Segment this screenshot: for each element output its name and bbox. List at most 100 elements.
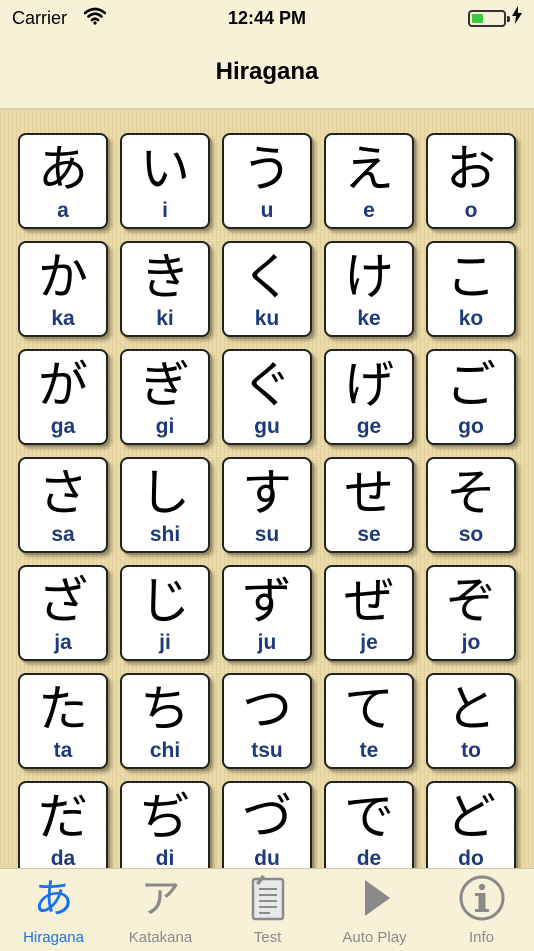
- romaji-label: ge: [356, 415, 382, 438]
- romaji-label: te: [359, 739, 379, 762]
- page-title: Hiragana: [215, 58, 319, 85]
- kana-card-ku[interactable]: く ku: [222, 241, 312, 337]
- romaji-label: gi: [155, 415, 175, 438]
- tab-katakana[interactable]: ア Katakana: [107, 869, 214, 951]
- kana-character: あ: [38, 140, 88, 198]
- kana-card-ge[interactable]: げ ge: [324, 349, 414, 445]
- kana-character: て: [344, 680, 394, 738]
- romaji-label: ke: [357, 307, 381, 330]
- romaji-label: so: [458, 523, 484, 546]
- kana-card-sa[interactable]: さ sa: [18, 457, 108, 553]
- romaji-label: de: [356, 847, 382, 868]
- kana-card-ta[interactable]: た ta: [18, 673, 108, 769]
- kana-card-go[interactable]: ご go: [426, 349, 516, 445]
- kana-character: そ: [446, 464, 496, 522]
- kana-card-shi[interactable]: し shi: [120, 457, 210, 553]
- kana-character: ぢ: [140, 788, 190, 846]
- kana-character: お: [446, 140, 496, 198]
- kana-character: ち: [140, 680, 190, 738]
- romaji-label: gu: [254, 415, 280, 438]
- kana-card-te[interactable]: て te: [324, 673, 414, 769]
- romaji-label: ji: [159, 631, 171, 654]
- kana-card-to[interactable]: と to: [426, 673, 516, 769]
- kana-character: こ: [446, 248, 496, 306]
- romaji-label: o: [464, 199, 478, 222]
- kana-card-ka[interactable]: か ka: [18, 241, 108, 337]
- kana-character: か: [38, 248, 88, 306]
- romaji-label: du: [254, 847, 280, 868]
- romaji-label: je: [360, 631, 378, 654]
- kana-card-gu[interactable]: ぐ gu: [222, 349, 312, 445]
- kana-card-ki[interactable]: き ki: [120, 241, 210, 337]
- romaji-label: i: [162, 199, 168, 222]
- kana-card-du[interactable]: づ du: [222, 781, 312, 868]
- play-icon: [321, 873, 428, 925]
- kana-card-da[interactable]: だ da: [18, 781, 108, 868]
- kana-card-chi[interactable]: ち chi: [120, 673, 210, 769]
- kana-character: ぎ: [140, 356, 190, 414]
- kana-card-ja[interactable]: ざ ja: [18, 565, 108, 661]
- charging-bolt-icon: [512, 6, 522, 29]
- kana-card-a[interactable]: あa: [18, 133, 108, 229]
- romaji-label: a: [57, 199, 69, 222]
- navigation-bar: Hiragana: [0, 40, 534, 109]
- romaji-label: ga: [50, 415, 76, 438]
- romaji-label: shi: [149, 523, 181, 546]
- romaji-label: su: [254, 523, 280, 546]
- tab-auto-play[interactable]: Auto Play: [321, 869, 428, 951]
- romaji-label: ta: [53, 739, 73, 762]
- tab-info[interactable]: Info: [428, 869, 534, 951]
- kana-card-di[interactable]: ぢ di: [120, 781, 210, 868]
- tab-label: Katakana: [128, 929, 193, 946]
- kana-card-ke[interactable]: け ke: [324, 241, 414, 337]
- kana-card-gi[interactable]: ぎ gi: [120, 349, 210, 445]
- kana-card-se[interactable]: せ se: [324, 457, 414, 553]
- kana-character: た: [38, 680, 88, 738]
- tab-test[interactable]: Test: [214, 869, 321, 951]
- kana-card-ji[interactable]: じ ji: [120, 565, 210, 661]
- romaji-label: di: [155, 847, 175, 868]
- kana-character: い: [140, 140, 190, 198]
- tab-label: Info: [468, 929, 495, 946]
- battery-level: [472, 14, 483, 23]
- kana-grid-scroll-area[interactable]: あ a い i う u え e お o か ka き ki く ku け ke こ ko が ga ぎ gi ぐ gu げ ge ご go…: [0, 109, 534, 868]
- romaji-label: ja: [54, 631, 72, 654]
- kana-card-o[interactable]: おo: [426, 133, 516, 229]
- kana-card-so[interactable]: そ so: [426, 457, 516, 553]
- romaji-label: to: [461, 739, 481, 762]
- kana-card-ga[interactable]: が ga: [18, 349, 108, 445]
- tab-hiragana[interactable]: あ Hiragana: [0, 869, 107, 951]
- kana-character: さ: [38, 464, 88, 522]
- katakana-a-icon: ア: [140, 876, 181, 922]
- kana-card-e[interactable]: えe: [324, 133, 414, 229]
- kana-character: ず: [242, 572, 292, 630]
- kana-card-do[interactable]: ど do: [426, 781, 516, 868]
- kana-card-u[interactable]: うu: [222, 133, 312, 229]
- kana-card-je[interactable]: ぜ je: [324, 565, 414, 661]
- kana-card-de[interactable]: で de: [324, 781, 414, 868]
- kana-card-tsu[interactable]: つ tsu: [222, 673, 312, 769]
- romaji-label: u: [260, 199, 274, 222]
- kana-character: ご: [446, 356, 496, 414]
- romaji-label: se: [357, 523, 381, 546]
- kana-character: え: [344, 140, 394, 198]
- kana-card-ko[interactable]: こ ko: [426, 241, 516, 337]
- kana-character: で: [344, 788, 394, 846]
- kana-character: と: [446, 680, 496, 738]
- kana-character: が: [38, 356, 88, 414]
- kana-character: く: [242, 248, 292, 306]
- kana-card-i[interactable]: いi: [120, 133, 210, 229]
- kana-card-ju[interactable]: ず ju: [222, 565, 312, 661]
- kana-character: ぐ: [242, 356, 292, 414]
- romaji-label: ju: [257, 631, 277, 654]
- kana-card-jo[interactable]: ぞ jo: [426, 565, 516, 661]
- kana-character: せ: [344, 464, 394, 522]
- kana-character: し: [140, 464, 190, 522]
- kana-card-su[interactable]: す su: [222, 457, 312, 553]
- tab-label: Hiragana: [23, 929, 84, 946]
- kana-character: ざ: [38, 572, 88, 630]
- kana-character: う: [242, 140, 292, 198]
- status-bar: Carrier 12:44 PM: [0, 0, 534, 40]
- romaji-label: ka: [51, 307, 75, 330]
- kana-character: き: [140, 248, 190, 306]
